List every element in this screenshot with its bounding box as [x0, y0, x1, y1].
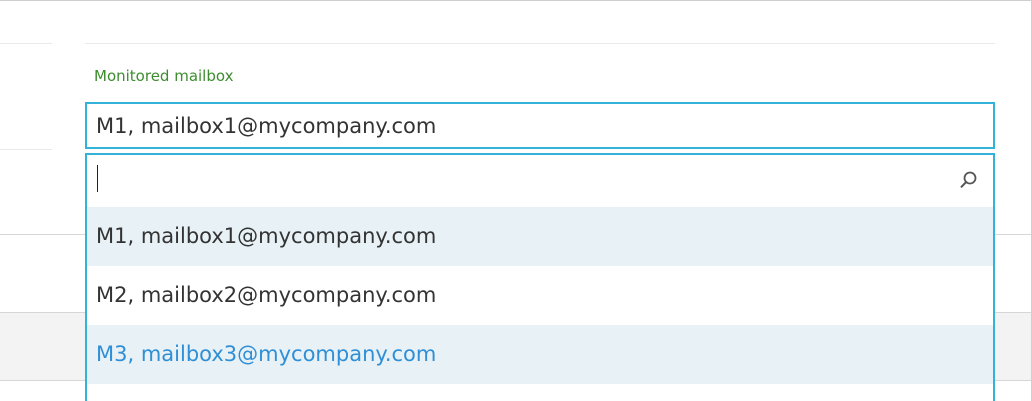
- search-icon[interactable]: [959, 170, 979, 190]
- monitored-mailbox-label: Monitored mailbox: [94, 67, 234, 85]
- text-cursor: [97, 165, 98, 192]
- background-divider: [85, 43, 995, 44]
- dropdown-search-input[interactable]: [87, 155, 993, 207]
- background-divider: [0, 149, 52, 150]
- mailbox-option-m1[interactable]: M1, mailbox1@mycompany.com: [87, 207, 993, 266]
- background-divider: [0, 43, 52, 44]
- mailbox-picker-panel: Monitored mailbox M1, mailbox1@mycompany…: [0, 0, 1032, 401]
- mailbox-dropdown-list: M1, mailbox1@mycompany.com M2, mailbox2@…: [85, 153, 995, 401]
- mailbox-option-m3[interactable]: M3, mailbox3@mycompany.com: [87, 325, 993, 384]
- mailbox-option-m2[interactable]: M2, mailbox2@mycompany.com: [87, 266, 993, 325]
- selected-mailbox-value: M1, mailbox1@mycompany.com: [96, 114, 437, 138]
- monitored-mailbox-select[interactable]: M1, mailbox1@mycompany.com: [85, 102, 995, 149]
